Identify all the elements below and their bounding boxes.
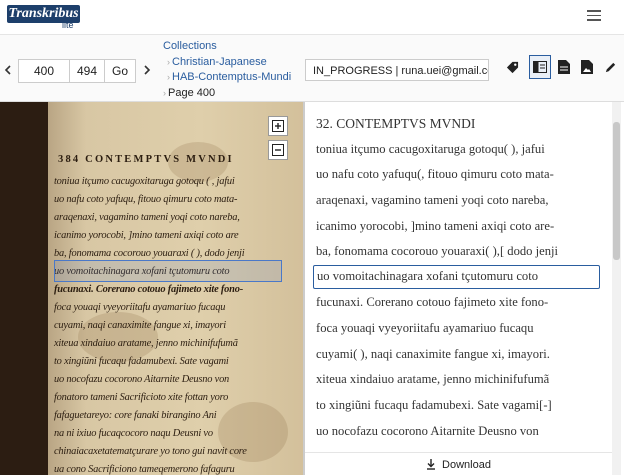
app-logo-sub: lite xyxy=(62,20,74,30)
layout-toggle-button[interactable] xyxy=(529,55,551,79)
layout-sidebar-icon xyxy=(533,61,547,73)
breadcrumb-collections[interactable]: Collections xyxy=(163,39,303,55)
transcript-line[interactable]: uo nocofazu cocorono Aitarnite Deusno vo… xyxy=(316,424,539,439)
scan-line: xiteua xindaiuo aratame, jenno michinifu… xyxy=(54,338,238,349)
scan-line: ba, fonomama cocorouo youaraxi ( ), dodo… xyxy=(54,248,245,259)
transcript-line-selected[interactable]: uo vomoitachinagara xofani tçutomuru cot… xyxy=(313,265,600,289)
scan-line: toniua itçumo cacugoxitaruga gotoqu ( , … xyxy=(54,176,235,187)
menu-icon[interactable] xyxy=(587,10,601,22)
download-label: Download xyxy=(442,458,491,471)
image-viewer[interactable]: 384 CONTEMPTVS MVNDI toniua itçumo cacug… xyxy=(0,102,303,475)
status-field[interactable]: IN_PROGRESS | runa.uei@gmail.com xyxy=(305,59,489,81)
scan-line: fucunaxi. Corerano cotouo fajimeto xite … xyxy=(54,284,244,295)
scan-line: na ni ixiuo fucaqcocoro naqu Deusni vo xyxy=(54,428,213,439)
transcript-line[interactable]: to xingiũni fucaqu fadamubexi. Sate vaga… xyxy=(316,398,552,413)
page-number-input[interactable]: 400 xyxy=(18,59,70,83)
chevron-right-icon xyxy=(144,65,151,75)
zoom-out-button[interactable] xyxy=(268,140,288,160)
scan-line: foca youaqi vyeyoriitafu ayamariuo fucaq… xyxy=(54,302,226,313)
document-icon xyxy=(558,60,570,74)
page-total: 494 xyxy=(70,59,105,83)
image-document-icon xyxy=(581,60,593,74)
prev-page-button[interactable] xyxy=(0,60,16,82)
zoom-out-icon xyxy=(272,144,284,156)
zoom-in-icon xyxy=(272,120,284,132)
selected-line-region[interactable] xyxy=(54,260,282,282)
scan-line: to xingiũni fucaqu fadamubexi. Sate vaga… xyxy=(54,356,229,367)
transcript-line[interactable]: icanimo yorocobi, ]mino tameni axiqi cot… xyxy=(316,219,554,234)
go-button[interactable]: Go xyxy=(104,59,136,83)
manuscript-scan: 384 CONTEMPTVS MVNDI toniua itçumo cacug… xyxy=(48,102,303,475)
document-button[interactable] xyxy=(553,55,575,79)
transcript-line[interactable]: ba, fonomama cocorouo youaraxi( ),[ dodo… xyxy=(316,244,558,259)
breadcrumb-page: › Page 400 xyxy=(163,86,216,99)
scrollbar-thumb[interactable] xyxy=(613,122,620,260)
scan-line: uo nocofazu cocorono Aitarnite Deusno vo… xyxy=(54,374,230,385)
pen-icon xyxy=(605,62,615,72)
transcript-line[interactable]: araqenaxi, vagamino tameni yoqi coto nar… xyxy=(316,193,549,208)
image-document-button[interactable] xyxy=(576,55,598,79)
transcript-line[interactable]: foca youaqi vyeyoriitafu ayamariuo fucaq… xyxy=(316,321,534,336)
transcript-line[interactable]: toniua itçumo cacugoxitaruga gotoqu( ), … xyxy=(316,142,545,157)
transcript-scrollbar[interactable] xyxy=(612,102,621,475)
tag-button[interactable] xyxy=(501,55,523,79)
scan-line: fafaguetareyo: core fanaki birangino Ani xyxy=(54,410,217,421)
edit-button[interactable] xyxy=(599,55,621,79)
page-toolbar: 400 494 Go Collections › Christian-Japane… xyxy=(0,35,624,102)
scan-line: chinaiacaxetatematçurare yo tono gui nav… xyxy=(54,446,247,457)
transcript-title-line[interactable]: 32. CONTEMPTVS MVNDI xyxy=(316,116,475,132)
transcript-line[interactable]: uo nafu coto yafuqu(, fitouo qimuru coto… xyxy=(316,167,554,182)
scan-line: cuyami, naqi canaximite fangue xi, imayo… xyxy=(54,320,226,331)
transcript-line[interactable]: cuyami( ), naqi canaximite fangue xi, im… xyxy=(316,347,550,362)
tag-icon xyxy=(506,61,518,73)
scan-line: icanimo yorocobi, ]mino tameni axiqi cot… xyxy=(54,230,239,241)
chevron-left-icon xyxy=(4,65,11,75)
download-icon xyxy=(427,459,436,470)
scan-header: 384 CONTEMPTVS MVNDI xyxy=(58,154,234,165)
scan-line: fonatoro tameni Sacrificioto xite fottan… xyxy=(54,392,229,403)
breadcrumb-document[interactable]: › HAB-Contemptus-Mundi xyxy=(163,70,303,86)
transcript-editor[interactable]: 32. CONTEMPTVS MVNDI toniua itçumo cacug… xyxy=(305,102,624,475)
breadcrumb-collection[interactable]: › Christian-Japanese xyxy=(163,55,303,71)
scan-line: ua cono Sacrificiono tameqemerono fafagu… xyxy=(54,464,235,475)
transcript-line[interactable]: fucunaxi. Corerano cotouo fajimeto xite … xyxy=(316,295,548,310)
zoom-in-button[interactable] xyxy=(268,116,288,136)
next-page-button[interactable] xyxy=(139,60,155,82)
top-bar: Transkribus lite xyxy=(0,0,624,35)
breadcrumb: Collections › Christian-Japanese › HAB-Con… xyxy=(163,39,303,101)
scan-line: uo nafu coto yafuqu, fitouo qimuru coto … xyxy=(54,194,238,205)
scan-line: araqenaxi, vagamino tameni yoqi coto nar… xyxy=(54,212,240,223)
download-button[interactable]: Download xyxy=(305,452,612,476)
transcript-line[interactable]: xiteua xindaiuo aratame, jenno michinifu… xyxy=(316,372,549,387)
